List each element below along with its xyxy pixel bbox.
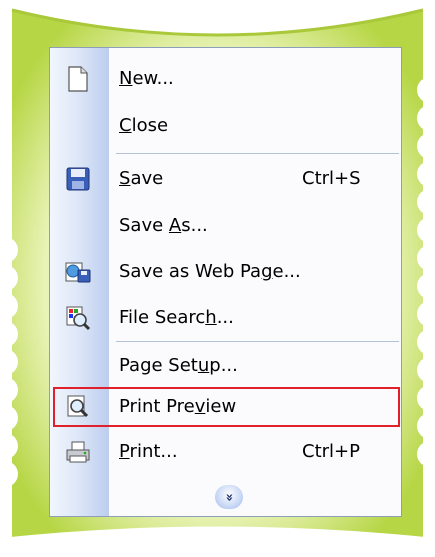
menu-item-shortcut: Ctrl+P xyxy=(302,441,360,462)
menu-item-label: Save as Web Page... xyxy=(119,261,301,282)
new-document-icon xyxy=(64,65,92,93)
file-search-icon xyxy=(64,304,92,332)
menu-item-save[interactable]: Save Ctrl+S xyxy=(50,156,401,202)
menu-item-new[interactable]: New... xyxy=(50,56,401,102)
menu-item-shortcut: Ctrl+S xyxy=(302,168,361,189)
expand-menu-button[interactable]: » xyxy=(215,485,243,509)
printer-icon xyxy=(64,438,92,466)
menu-item-print[interactable]: Print... Ctrl+P xyxy=(50,429,401,475)
file-menu: New... Close Save Ctrl+S Save As... Save… xyxy=(49,47,402,517)
menu-item-close[interactable]: Close xyxy=(50,103,401,149)
menu-item-label: Print... xyxy=(119,441,178,462)
menu-item-file-search[interactable]: File Search... xyxy=(50,295,401,341)
menu-item-save-as[interactable]: Save As... xyxy=(50,203,401,249)
menu-item-label: File Search... xyxy=(119,307,234,328)
menu-item-label: Close xyxy=(119,115,169,136)
menu-item-save-as-web-page[interactable]: Save as Web Page... xyxy=(50,249,401,295)
menu-item-label: Page Setup... xyxy=(119,355,238,376)
save-as-web-page-icon xyxy=(64,258,92,286)
menu-item-label: Save As... xyxy=(119,215,208,236)
print-preview-highlight-box xyxy=(53,387,400,427)
menu-item-page-setup[interactable]: Page Setup... xyxy=(50,343,401,389)
menu-separator xyxy=(116,153,399,154)
menu-separator xyxy=(116,341,399,342)
menu-item-label: Save xyxy=(119,168,164,189)
menu-item-label: New... xyxy=(119,68,174,89)
double-chevron-down-icon: » xyxy=(221,492,237,502)
save-disk-icon xyxy=(64,165,92,193)
